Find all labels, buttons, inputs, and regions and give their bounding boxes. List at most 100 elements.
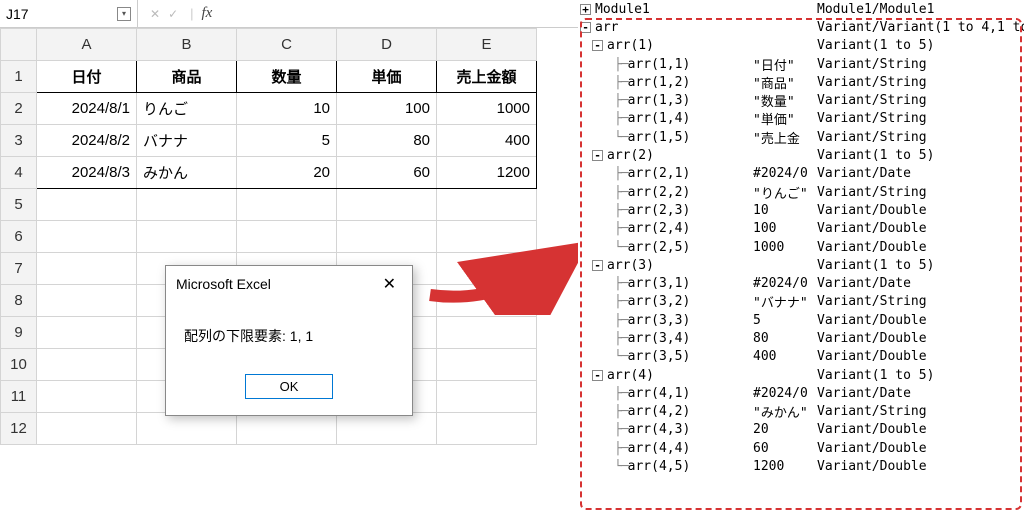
watch-row[interactable]: ├─ arr(1,2)"商品"Variant/String [578,73,1024,91]
collapse-icon[interactable]: - [592,150,603,161]
row-header[interactable]: 5 [1,189,37,221]
watch-row[interactable]: ├─ arr(2,3)10Variant/Double [578,201,1024,219]
cell[interactable] [137,413,237,445]
cell[interactable]: 80 [337,125,437,157]
watch-row[interactable]: ├─ arr(1,3)"数量"Variant/String [578,91,1024,109]
watch-row[interactable]: ├─ arr(2,1)#2024/0Variant/Date [578,165,1024,183]
watch-row[interactable]: ├─ arr(3,2)"バナナ"Variant/String [578,293,1024,311]
watch-row[interactable]: ├─ arr(2,2)"りんご"Variant/String [578,183,1024,201]
col-header[interactable]: D [337,29,437,61]
cell[interactable] [337,221,437,253]
cell[interactable] [437,349,537,381]
cell[interactable]: 20 [237,157,337,189]
formula-bar[interactable]: ✕ ✓ | fx [138,0,220,27]
watch-row[interactable]: +Module1Module1/Module1 [578,0,1024,18]
row-header[interactable]: 4 [1,157,37,189]
cell[interactable]: 10 [237,93,337,125]
watch-row[interactable]: ├─ arr(4,2)"みかん"Variant/String [578,403,1024,421]
cell[interactable] [437,317,537,349]
watch-row[interactable]: ├─ arr(4,3)20Variant/Double [578,421,1024,439]
cell[interactable]: 数量 [237,61,337,93]
cell[interactable]: 単価 [337,61,437,93]
cell[interactable]: 400 [437,125,537,157]
cell[interactable]: 2024/8/3 [37,157,137,189]
row-header[interactable]: 7 [1,253,37,285]
cell[interactable]: 1200 [437,157,537,189]
cell[interactable] [37,253,137,285]
cell[interactable] [37,349,137,381]
expand-icon[interactable]: + [580,4,591,15]
row-header[interactable]: 1 [1,61,37,93]
collapse-icon[interactable]: - [592,370,603,381]
row-header[interactable]: 10 [1,349,37,381]
cell[interactable] [137,189,237,221]
cell[interactable] [237,221,337,253]
cell[interactable]: バナナ [137,125,237,157]
name-box[interactable]: J17 ▾ [0,0,138,27]
row-header[interactable]: 3 [1,125,37,157]
cell[interactable]: 100 [337,93,437,125]
watch-row[interactable]: ├─ arr(4,1)#2024/0Variant/Date [578,384,1024,402]
cell[interactable] [37,381,137,413]
cell[interactable] [437,285,537,317]
cell[interactable] [337,413,437,445]
row-header[interactable]: 11 [1,381,37,413]
cell[interactable] [437,189,537,221]
watch-row[interactable]: └─ arr(2,5)1000Variant/Double [578,238,1024,256]
watch-row[interactable]: ├─ arr(3,1)#2024/0Variant/Date [578,274,1024,292]
watch-row[interactable]: -arr(1)Variant(1 to 5) [578,37,1024,55]
cell[interactable]: 売上金額 [437,61,537,93]
cell[interactable]: 2024/8/1 [37,93,137,125]
cell[interactable] [337,189,437,221]
close-icon[interactable]: ✕ [377,274,402,294]
watch-row[interactable]: └─ arr(1,5)"売上金Variant/String [578,128,1024,146]
watch-row[interactable]: -arr(2)Variant(1 to 5) [578,146,1024,164]
cell[interactable] [437,381,537,413]
cell[interactable]: 日付 [37,61,137,93]
watch-row[interactable]: -arrVariant/Variant(1 to 4,1 to 5 [578,18,1024,36]
cell[interactable] [37,221,137,253]
select-all-corner[interactable] [1,29,37,61]
name-box-dropdown-icon[interactable]: ▾ [117,7,131,21]
ok-button[interactable]: OK [245,374,334,399]
collapse-icon[interactable]: - [592,260,603,271]
cell[interactable]: 60 [337,157,437,189]
watch-row[interactable]: ├─ arr(1,1)"日付"Variant/String [578,55,1024,73]
cell[interactable] [37,189,137,221]
watch-row[interactable]: └─ arr(3,5)400Variant/Double [578,348,1024,366]
cell[interactable] [437,221,537,253]
cell[interactable] [237,189,337,221]
col-header[interactable]: E [437,29,537,61]
cell[interactable] [437,253,537,285]
watch-row[interactable]: -arr(3)Variant(1 to 5) [578,256,1024,274]
cell[interactable]: 2024/8/2 [37,125,137,157]
cell[interactable] [237,413,337,445]
watch-row[interactable]: ├─ arr(1,4)"単価"Variant/String [578,110,1024,128]
watch-row[interactable]: -arr(4)Variant(1 to 5) [578,366,1024,384]
fx-icon[interactable]: fx [202,5,213,22]
col-header[interactable]: A [37,29,137,61]
cell[interactable] [437,413,537,445]
collapse-icon[interactable]: - [580,22,591,33]
cell[interactable]: 1000 [437,93,537,125]
watch-row[interactable]: ├─ arr(2,4)100Variant/Double [578,220,1024,238]
cell[interactable] [37,285,137,317]
row-header[interactable]: 12 [1,413,37,445]
cell[interactable]: 商品 [137,61,237,93]
row-header[interactable]: 6 [1,221,37,253]
watch-row[interactable]: ├─ arr(3,3)5Variant/Double [578,311,1024,329]
collapse-icon[interactable]: - [592,40,603,51]
row-header[interactable]: 8 [1,285,37,317]
watch-row[interactable]: └─ arr(4,5)1200Variant/Double [578,457,1024,475]
cell[interactable] [37,413,137,445]
cell[interactable]: みかん [137,157,237,189]
cell[interactable]: りんご [137,93,237,125]
cell[interactable]: 5 [237,125,337,157]
watch-row[interactable]: ├─ arr(3,4)80Variant/Double [578,329,1024,347]
col-header[interactable]: C [237,29,337,61]
cell[interactable] [37,317,137,349]
row-header[interactable]: 9 [1,317,37,349]
cell[interactable] [137,221,237,253]
row-header[interactable]: 2 [1,93,37,125]
watch-row[interactable]: ├─ arr(4,4)60Variant/Double [578,439,1024,457]
